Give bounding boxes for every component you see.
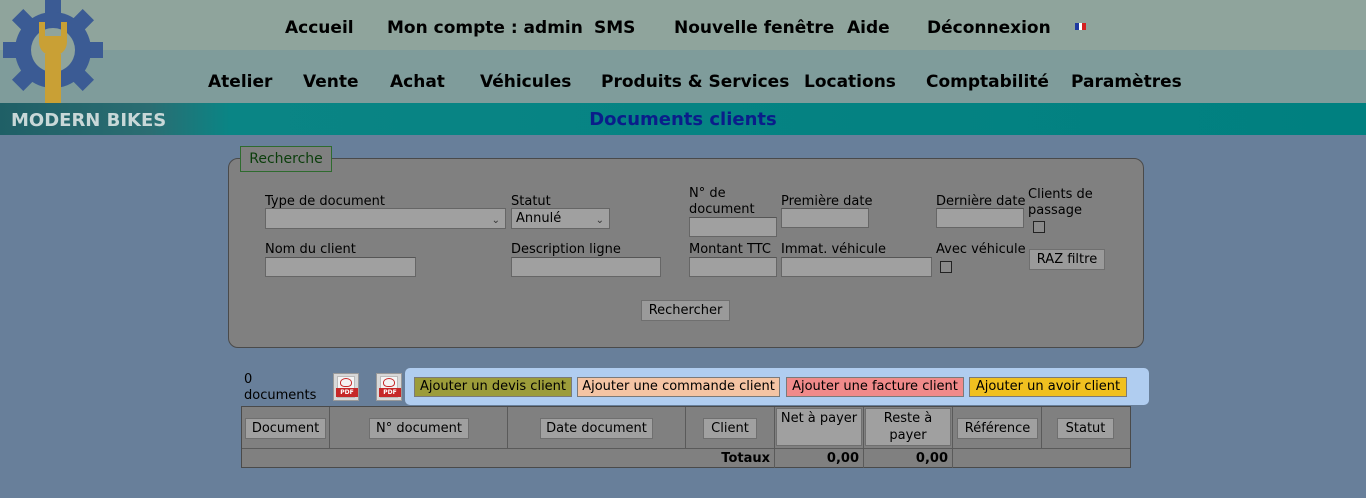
french-flag-icon[interactable] (1075, 23, 1087, 30)
col-reste-a-payer-header[interactable]: Reste à payer (865, 408, 951, 446)
gear-wrench-logo-icon[interactable] (0, 0, 110, 104)
page-title: Documents clients (589, 109, 777, 130)
pdf-export-icon[interactable]: PDF (376, 373, 402, 401)
immat-vehicule-label: Immat. véhicule (781, 242, 887, 257)
menu-locations[interactable]: Locations (804, 72, 896, 92)
nav-sms[interactable]: SMS (594, 18, 635, 38)
action-strip: Ajouter un devis client Ajouter une comm… (405, 368, 1149, 405)
type-document-select[interactable]: ⌄ (265, 208, 506, 229)
table-header-cell: N° document (330, 407, 508, 448)
table-header-cell: Client (686, 407, 775, 448)
avec-vehicule-checkbox[interactable] (940, 261, 952, 273)
montant-ttc-label: Montant TTC (689, 242, 771, 257)
rechercher-button[interactable]: Rechercher (641, 300, 730, 321)
menu-comptabilite[interactable]: Comptabilité (926, 72, 1049, 92)
totals-label: Totaux (686, 449, 775, 468)
menu-vente[interactable]: Vente (303, 72, 359, 92)
document-count: 0 documents (244, 372, 317, 403)
description-ligne-label: Description ligne (511, 242, 621, 257)
montant-ttc-input[interactable] (689, 257, 777, 277)
statut-value: Annulé (516, 211, 562, 226)
add-commande-button[interactable]: Ajouter une commande client (577, 377, 780, 397)
avec-vehicule-label: Avec véhicule (936, 242, 1026, 257)
totals-row: Totaux 0,00 0,00 (242, 448, 1130, 468)
menu-vehicules[interactable]: Véhicules (480, 72, 571, 92)
add-facture-button[interactable]: Ajouter une facture client (786, 377, 964, 397)
description-ligne-input[interactable] (511, 257, 661, 277)
chevron-down-icon: ⌄ (595, 215, 604, 226)
col-net-a-payer-header[interactable]: Net à payer (776, 408, 862, 446)
pdf-icon[interactable]: PDF (333, 373, 359, 401)
table-header-cell: Reste à payer (864, 407, 953, 448)
chevron-down-icon: ⌄ (491, 215, 500, 226)
premiere-date-input[interactable] (781, 208, 869, 228)
raz-filtre-button[interactable]: RAZ filtre (1029, 249, 1105, 270)
col-reference-header[interactable]: Référence (957, 418, 1038, 439)
nav-accueil[interactable]: Accueil (285, 18, 354, 38)
total-net-a-payer: 0,00 (775, 449, 864, 468)
nav-mon-compte[interactable]: Mon compte : admin (387, 18, 583, 38)
nav-nouvelle-fenetre[interactable]: Nouvelle fenêtre (674, 18, 834, 38)
add-devis-button[interactable]: Ajouter un devis client (414, 377, 572, 397)
clients-passage-label: Clients de passage (1028, 187, 1093, 218)
table-header-cell: Document (242, 407, 330, 448)
table-header-cell: Statut (1042, 407, 1130, 448)
table-header-cell: Net à payer (775, 407, 864, 448)
menu-parametres[interactable]: Paramètres (1071, 72, 1182, 92)
top-bar: Accueil Mon compte : admin SMS Nouvelle … (0, 0, 1366, 50)
nav-aide[interactable]: Aide (847, 18, 890, 38)
table-header-cell: Référence (953, 407, 1042, 448)
col-client-header[interactable]: Client (703, 418, 757, 439)
num-document-label: N° de document (689, 186, 755, 217)
title-bar: MODERN BIKES Documents clients (0, 103, 1366, 135)
menu-achat[interactable]: Achat (390, 72, 445, 92)
table-header-cell: Date document (508, 407, 686, 448)
col-date-document-header[interactable]: Date document (540, 418, 653, 439)
documents-table: Document N° document Date document Clien… (241, 406, 1131, 468)
num-document-input[interactable] (689, 217, 777, 237)
add-avoir-button[interactable]: Ajouter un avoir client (969, 377, 1127, 397)
derniere-date-input[interactable] (936, 208, 1024, 228)
search-legend: Recherche (240, 146, 332, 172)
menu-atelier[interactable]: Atelier (208, 72, 272, 92)
menu-produits-services[interactable]: Produits & Services (601, 72, 789, 92)
col-document-header[interactable]: Document (245, 418, 326, 439)
immat-vehicule-input[interactable] (781, 257, 932, 277)
col-num-document-header[interactable]: N° document (369, 418, 469, 439)
main-menu-bar: Atelier Vente Achat Véhicules Produits &… (0, 50, 1366, 103)
nav-deconnexion[interactable]: Déconnexion (927, 18, 1051, 38)
nom-client-label: Nom du client (265, 242, 356, 257)
nom-client-input[interactable] (265, 257, 416, 277)
clients-passage-checkbox[interactable] (1033, 221, 1045, 233)
col-statut-header[interactable]: Statut (1057, 418, 1114, 439)
statut-select[interactable]: Annulé ⌄ (511, 208, 610, 229)
total-reste-a-payer: 0,00 (864, 449, 953, 468)
